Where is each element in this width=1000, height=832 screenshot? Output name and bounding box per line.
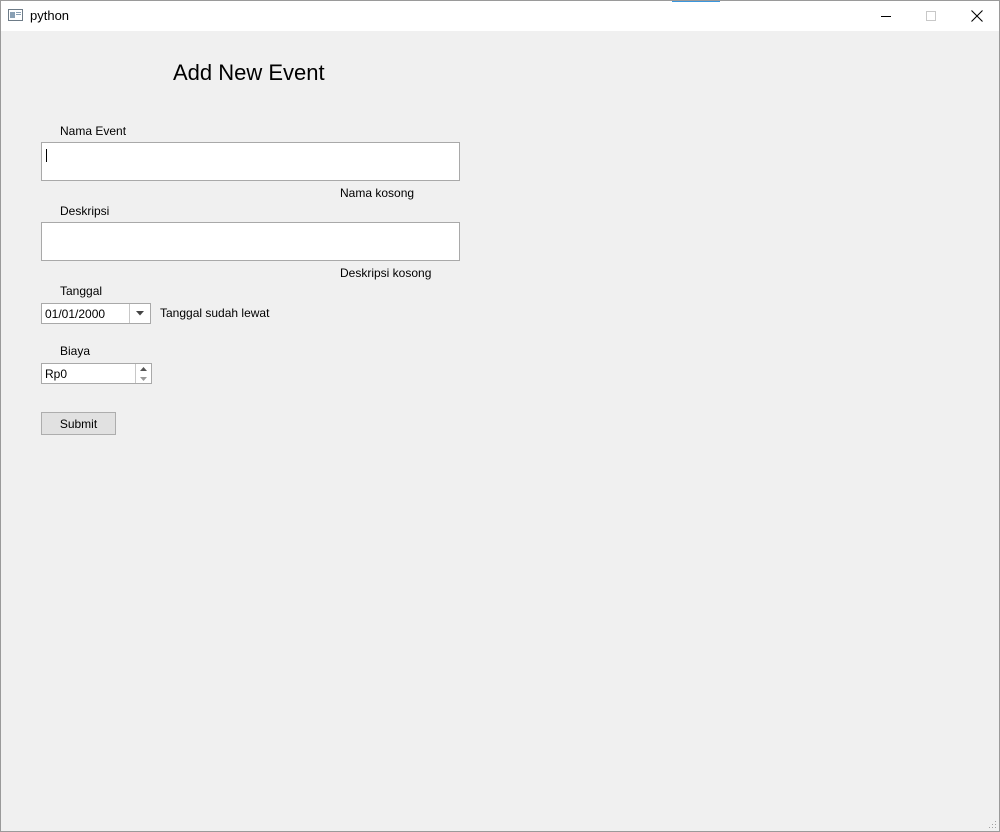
maximize-button[interactable] — [908, 1, 954, 31]
titlebar-accent — [672, 1, 720, 2]
biaya-spinbox[interactable]: Rp0 — [41, 363, 152, 384]
nama-event-input[interactable] — [41, 142, 460, 181]
spin-up-icon — [140, 366, 147, 371]
maximize-icon — [926, 11, 936, 21]
deskripsi-label: Deskripsi — [60, 204, 110, 218]
tanggal-date-picker[interactable]: 01/01/2000 — [41, 303, 151, 324]
window-title: python — [30, 8, 70, 23]
nama-error-message: Nama kosong — [340, 186, 415, 200]
biaya-value: Rp0 — [45, 367, 68, 381]
submit-button[interactable]: Submit — [41, 412, 116, 435]
nama-event-label: Nama Event — [60, 124, 127, 138]
biaya-label: Biaya — [60, 344, 91, 358]
deskripsi-input[interactable] — [41, 222, 460, 261]
date-dropdown-button[interactable] — [129, 304, 150, 323]
tanggal-label: Tanggal — [60, 284, 103, 298]
spin-down-icon — [140, 376, 147, 381]
spin-arrows — [135, 364, 151, 383]
page-title: Add New Event — [173, 60, 325, 85]
window-app-icon — [8, 9, 23, 21]
deskripsi-error-message: Deskripsi kosong — [340, 266, 432, 280]
spin-up-button[interactable] — [136, 364, 151, 373]
close-button[interactable] — [954, 1, 999, 31]
text-caret — [46, 149, 47, 162]
spin-down-button[interactable] — [136, 374, 151, 383]
tanggal-error-message: Tanggal sudah lewat — [160, 306, 270, 320]
minimize-icon — [881, 16, 891, 17]
title-bar[interactable]: python — [1, 1, 999, 31]
tanggal-value: 01/01/2000 — [45, 307, 106, 321]
close-icon — [971, 10, 983, 22]
app-window: python Add New Event Nama Event Nama kos… — [0, 0, 1000, 832]
chevron-down-icon — [136, 311, 144, 316]
resize-grip-icon[interactable] — [987, 819, 997, 829]
minimize-button[interactable] — [863, 1, 909, 31]
